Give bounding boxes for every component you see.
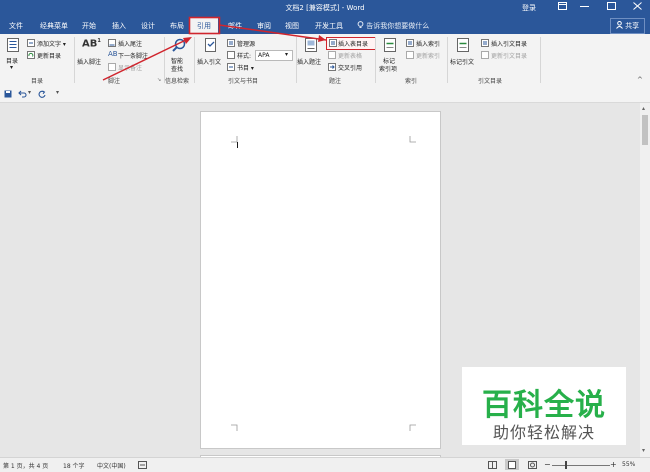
page-count[interactable]: 第 1 页，共 4 页	[3, 461, 48, 470]
zoom-level[interactable]: 55%	[622, 461, 635, 468]
zoom-in-icon[interactable]: +	[610, 460, 617, 469]
zoom-slider-thumb[interactable]	[565, 461, 567, 469]
macro-record-icon[interactable]	[138, 461, 147, 469]
language-indicator[interactable]: 中文(中国)	[97, 461, 126, 470]
watermark-title: 百科全说	[482, 388, 606, 423]
zoom-slider[interactable]	[552, 465, 610, 466]
word-count[interactable]: 18 个字	[63, 461, 85, 470]
read-mode-icon[interactable]	[488, 461, 497, 469]
web-layout-icon[interactable]	[528, 461, 537, 469]
watermark: 百科全说 助你轻松解决	[462, 367, 626, 445]
print-layout-icon[interactable]	[505, 459, 519, 470]
status-bar: 第 1 页，共 4 页 18 个字 中文(中国) − + 55%	[0, 457, 650, 472]
zoom-out-icon[interactable]: −	[544, 460, 551, 469]
watermark-subtitle: 助你轻松解决	[492, 423, 595, 442]
